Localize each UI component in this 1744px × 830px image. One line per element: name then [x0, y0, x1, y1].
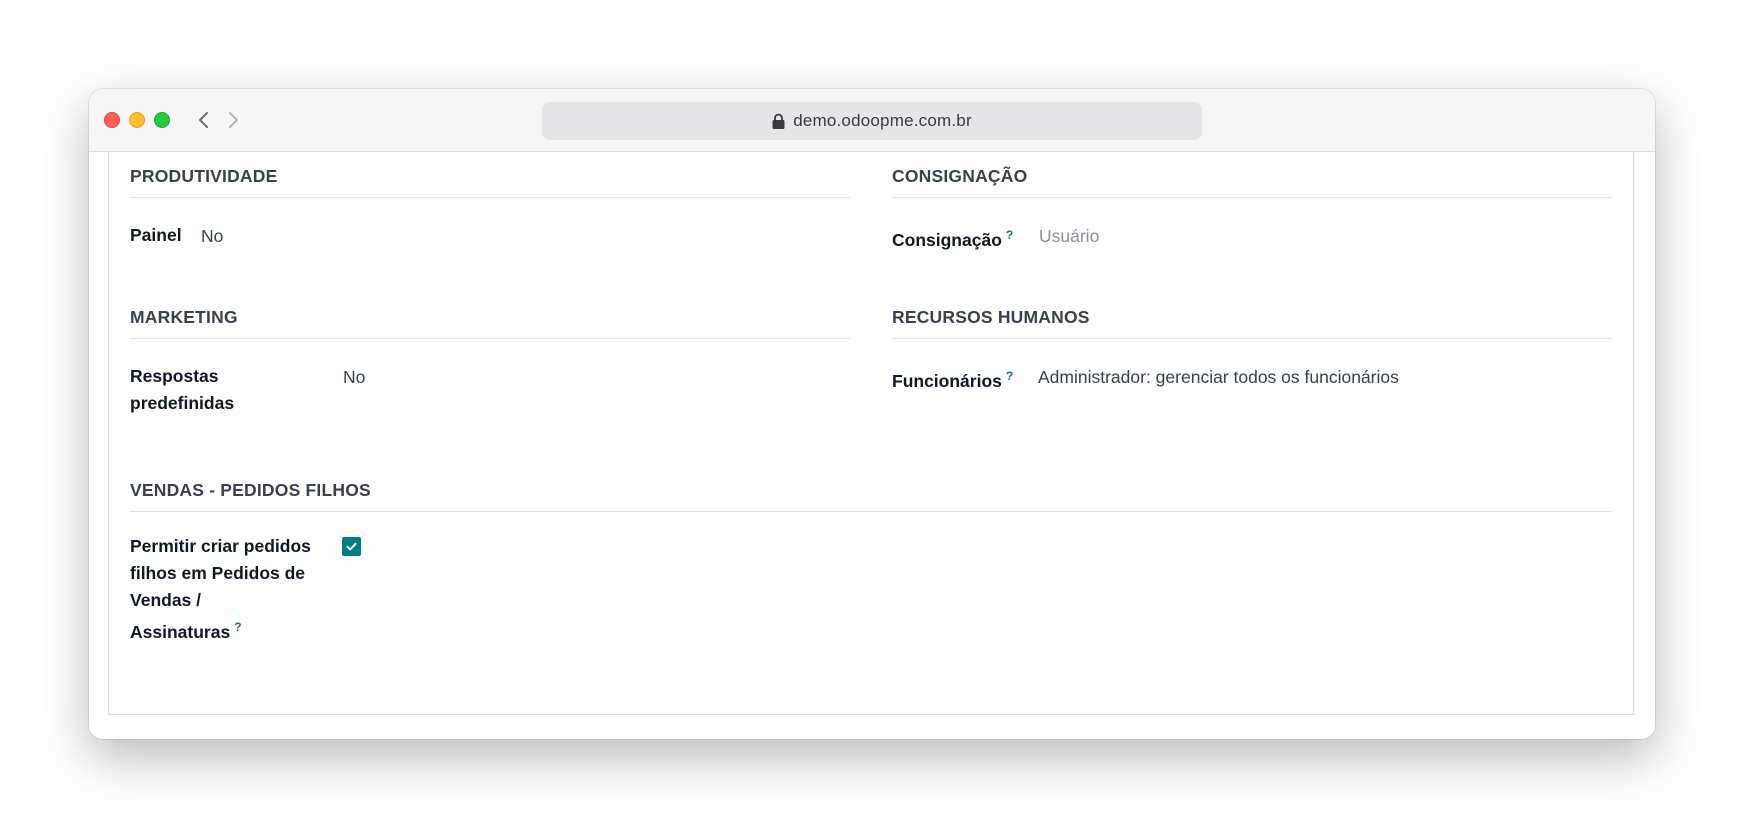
- consignacao-select[interactable]: Usuário: [1039, 223, 1099, 250]
- browser-titlebar: demo.odoopme.com.br: [89, 89, 1655, 152]
- permitir-pedidos-filhos-checkbox[interactable]: [342, 537, 361, 556]
- settings-panel: PRODUTIVIDADE Painel No CONSIGNAÇÃO Cons…: [108, 152, 1634, 715]
- field-label-respostas-predefinidas: Respostas predefinidas: [130, 363, 234, 417]
- field-label-text: Funcionários: [892, 370, 1002, 391]
- field-label-line: Vendas /: [130, 590, 202, 610]
- section-divider: [130, 338, 850, 339]
- url-text: demo.odoopme.com.br: [793, 111, 972, 130]
- section-title-vendas-pedidos-filhos: VENDAS - PEDIDOS FILHOS: [130, 480, 371, 500]
- zoom-window-button[interactable]: [154, 112, 170, 128]
- lock-icon: [772, 113, 785, 129]
- section-divider: [892, 338, 1612, 339]
- help-tooltip-icon[interactable]: ?: [1006, 228, 1013, 242]
- field-value-respostas-predefinidas[interactable]: No: [343, 364, 365, 391]
- field-label-permitir-pedidos-filhos: Permitir criar pedidos filhos em Pedidos…: [130, 533, 311, 646]
- help-tooltip-icon[interactable]: ?: [234, 620, 241, 634]
- section-title-recursos-humanos: RECURSOS HUMANOS: [892, 307, 1090, 327]
- section-divider: [892, 197, 1612, 198]
- field-label-line: filhos em Pedidos de: [130, 563, 306, 583]
- field-label-funcionarios: Funcionários?: [892, 363, 1013, 395]
- field-label-text: Consignação: [892, 229, 1002, 250]
- field-label-line: predefinidas: [130, 393, 235, 413]
- field-value-painel[interactable]: No: [201, 223, 223, 250]
- field-label-line: Permitir criar pedidos: [130, 536, 311, 556]
- section-title-consignacao: CONSIGNAÇÃO: [892, 166, 1028, 186]
- section-title-marketing: MARKETING: [130, 307, 238, 327]
- back-button[interactable]: [193, 108, 215, 132]
- field-label-line: Assinaturas: [130, 621, 231, 642]
- chevron-right-icon: [229, 112, 238, 128]
- close-window-button[interactable]: [104, 112, 120, 128]
- section-divider: [130, 197, 850, 198]
- funcionarios-select[interactable]: Administrador: gerenciar todos os funcio…: [1038, 364, 1399, 391]
- browser-window: demo.odoopme.com.br PRODUTIVIDADE Painel…: [89, 89, 1655, 739]
- help-tooltip-icon[interactable]: ?: [1006, 369, 1013, 383]
- minimize-window-button[interactable]: [129, 112, 145, 128]
- field-label-consignacao: Consignação?: [892, 222, 1013, 254]
- chevron-left-icon: [199, 112, 208, 128]
- field-label-painel: Painel: [130, 225, 182, 245]
- section-divider: [130, 511, 1612, 512]
- field-label-line: Respostas: [130, 366, 219, 386]
- checkmark-icon: [346, 542, 357, 551]
- forward-button[interactable]: [222, 108, 244, 132]
- address-bar[interactable]: demo.odoopme.com.br: [542, 102, 1202, 140]
- section-title-produtividade: PRODUTIVIDADE: [130, 166, 278, 186]
- page-content: PRODUTIVIDADE Painel No CONSIGNAÇÃO Cons…: [89, 152, 1655, 739]
